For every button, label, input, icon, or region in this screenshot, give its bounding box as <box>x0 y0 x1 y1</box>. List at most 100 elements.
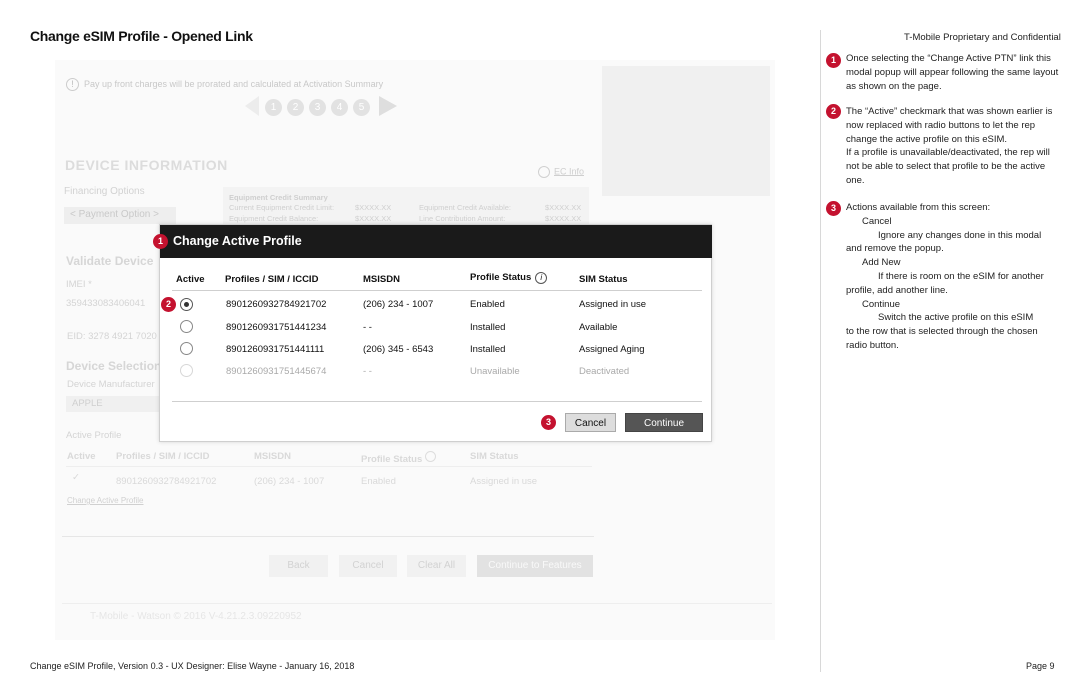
note-badge-1: 1 <box>826 53 841 68</box>
step-1[interactable]: 1 <box>265 99 282 117</box>
bg-header-sim-status: SIM Status <box>470 451 519 462</box>
ec-info-link[interactable]: EC Info <box>538 166 584 178</box>
bg-table-divider <box>66 466 592 467</box>
change-active-profile-link[interactable]: Change Active Profile <box>67 496 144 505</box>
payment-option-select[interactable]: < Payment Option > <box>64 207 176 224</box>
manufacturer-select[interactable]: APPLE <box>66 396 160 412</box>
row-2-profile-status: Installed <box>470 322 506 333</box>
header-msisdn: MSISDN <box>363 274 400 285</box>
ecs-available-value: $XXXX.XX <box>545 203 582 212</box>
notice: ! Pay up front charges will be prorated a… <box>66 78 383 91</box>
radio-row-3[interactable] <box>180 342 193 355</box>
note-3: Actions available from this screen: Canc… <box>846 201 1060 353</box>
cancel-button[interactable]: Cancel <box>565 413 616 432</box>
modal-title: Change Active Profile <box>173 234 302 248</box>
note-3-cancel: Cancel <box>862 215 892 227</box>
header-profile-status: Profile Status i <box>470 272 548 284</box>
imei-input[interactable]: 359433083406041 <box>66 298 145 309</box>
change-active-profile-modal: Change Active Profile Active Profiles / … <box>159 224 712 442</box>
callout-1: 1 <box>153 234 168 249</box>
note-1: Once selecting the “Change Active PTN” l… <box>846 53 1059 92</box>
side-panel-placeholder <box>602 66 770 196</box>
footer-page: Page 9 <box>1026 661 1055 671</box>
arrow-left-icon[interactable] <box>245 96 259 116</box>
divider <box>820 30 821 672</box>
info-icon <box>424 451 436 462</box>
ecs-line-contribution-value: $XXXX.XX <box>545 214 582 223</box>
note-badge-2: 2 <box>826 104 841 119</box>
bg-row-sim-status: Assigned in use <box>470 476 538 487</box>
row-2-sim-status: Available <box>579 322 618 333</box>
financing-options-label: Financing Options <box>64 186 145 197</box>
row-4-profile-status: Unavailable <box>470 366 520 377</box>
row-3-iccid: 8901260931751441111 <box>226 344 325 355</box>
callout-3: 3 <box>541 415 556 430</box>
continue-to-features-button[interactable]: Continue to Features <box>477 555 593 577</box>
equipment-credit-summary: Equipment Credit Summary Current Equipme… <box>223 187 589 227</box>
note-3-addnew-desc-1: If there is room on the eSIM for another <box>878 270 1044 282</box>
row-3-sim-status: Assigned Aging <box>579 344 645 355</box>
active-profile-label: Active Profile <box>66 430 122 441</box>
ec-info-text: EC Info <box>554 166 585 177</box>
row-2-iccid: 8901260931751441234 <box>226 322 327 333</box>
note-3-cancel-desc-2: and remove the popup. <box>846 243 944 255</box>
row-2-msisdn: - - <box>363 322 372 333</box>
radio-row-1[interactable] <box>180 298 193 311</box>
step-2[interactable]: 2 <box>287 99 304 117</box>
ec-info-icon <box>538 166 550 178</box>
continue-button[interactable]: Continue <box>625 413 703 432</box>
note-3-addnew: Add New <box>862 257 901 269</box>
note-3-cancel-desc-1: Ignore any changes done in this modal <box>878 229 1042 241</box>
eid-label: EID: 3278 4921 7020 <box>67 331 157 342</box>
page-title: Change eSIM Profile - Opened Link <box>30 28 253 44</box>
radio-row-4 <box>180 364 193 377</box>
row-4-iccid: 8901260931751445674 <box>226 366 327 377</box>
row-1-iccid: 8901260932784921702 <box>226 299 327 310</box>
ecs-current-limit-value: $XXXX.XX <box>355 203 392 212</box>
row-3-msisdn: (206) 345 - 6543 <box>363 344 434 355</box>
validate-device-title: Validate Device <box>66 254 154 268</box>
ecs-line-contribution-label: Line Contribution Amount: <box>419 214 506 223</box>
ecs-balance-label: Equipment Credit Balance: <box>229 214 319 223</box>
header-active: Active <box>176 274 205 285</box>
bg-row-iccid: 8901260932784921702 <box>116 476 217 487</box>
row-1-profile-status: Enabled <box>470 299 505 310</box>
bg-divider <box>62 536 594 537</box>
bg-header-profile-status-text: Profile Status <box>361 454 423 465</box>
header-profile-status-text: Profile Status <box>470 272 532 283</box>
bg-footer-divider <box>62 603 772 604</box>
row-4-msisdn: - - <box>363 366 372 377</box>
footer-version: Change eSIM Profile, Version 0.3 - UX De… <box>30 661 355 671</box>
bg-row-profile-status: Enabled <box>361 476 396 487</box>
bg-footer: T-Mobile - Watson © 2016 V-4.21.2.3.0922… <box>90 611 302 622</box>
note-3-addnew-desc-2: profile, add another line. <box>846 284 948 296</box>
note-2b: If a profile is unavailable/deactivated,… <box>846 147 1050 186</box>
bg-header-msisdn: MSISDN <box>254 451 291 462</box>
confidential-label: T-Mobile Proprietary and Confidential <box>904 32 1061 43</box>
note-3-continue-desc-2: to the row that is selected through the … <box>846 326 1038 351</box>
header-divider <box>172 290 702 291</box>
clear-all-button[interactable]: Clear All <box>407 555 466 577</box>
exclamation-icon: ! <box>66 78 79 91</box>
header-profiles: Profiles / SIM / ICCID <box>225 274 319 285</box>
step-5[interactable]: 5 <box>353 99 370 117</box>
notice-text: Pay up front charges will be prorated an… <box>84 79 384 89</box>
bg-header-profile-status: Profile Status <box>361 451 436 465</box>
back-button[interactable]: Back <box>269 555 328 577</box>
arrow-right-icon[interactable] <box>379 96 397 116</box>
check-icon: ✓ <box>72 472 80 483</box>
step-4[interactable]: 4 <box>331 99 348 117</box>
bg-header-profiles: Profiles / SIM / ICCID <box>116 451 210 462</box>
row-3-profile-status: Installed <box>470 344 506 355</box>
note-2a: The “Active” checkmark that was shown ea… <box>846 106 1053 145</box>
modal-divider <box>172 401 702 402</box>
info-icon[interactable]: i <box>535 272 548 284</box>
row-1-msisdn: (206) 234 - 1007 <box>363 299 434 310</box>
radio-row-2[interactable] <box>180 320 193 333</box>
note-3-continue: Continue <box>862 298 901 310</box>
step-3[interactable]: 3 <box>309 99 326 117</box>
ecs-balance-value: $XXXX.XX <box>355 214 392 223</box>
note-badge-3: 3 <box>826 201 841 216</box>
note-2: The “Active” checkmark that was shown ea… <box>846 105 1060 188</box>
bg-cancel-button[interactable]: Cancel <box>339 555 397 577</box>
